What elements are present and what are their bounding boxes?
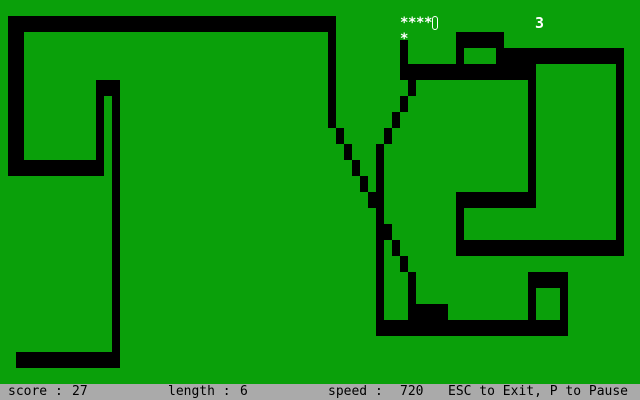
wall-segment: [560, 272, 568, 336]
wall-segment: [616, 48, 624, 256]
snake-segment: *: [424, 15, 433, 31]
snake-segment: *: [416, 15, 425, 31]
snake-head: [432, 16, 438, 30]
wall-segment: [16, 352, 120, 368]
wall-segment: [376, 224, 392, 240]
playfield[interactable]: * * * * * 3: [0, 0, 640, 384]
wall-segment: [8, 16, 24, 176]
game-screen[interactable]: * * * * * 3 score : 27 length : 6 speed …: [0, 0, 640, 400]
wall-segment: [376, 144, 384, 208]
wall-segment: [528, 48, 536, 208]
score-value: 27: [72, 384, 88, 399]
snake-segment: *: [408, 15, 417, 31]
food-item: 3: [535, 14, 545, 32]
wall-segment: [360, 176, 368, 192]
wall-segment: [336, 128, 344, 144]
wall-segment: [376, 208, 384, 224]
status-bar: score : 27 length : 6 speed : 720 ESC to…: [0, 384, 640, 400]
help-text: ESC to Exit, P to Pause: [448, 384, 629, 399]
wall-segment: [8, 160, 104, 176]
length-value: 6: [240, 384, 248, 399]
wall-segment: [496, 48, 624, 64]
wall-segment: [408, 80, 416, 96]
wall-segment: [344, 144, 352, 160]
wall-segment: [456, 32, 464, 80]
wall-segment: [328, 16, 336, 128]
wall-segment: [456, 192, 536, 208]
wall-segment: [352, 160, 360, 176]
speed-label: speed :: [328, 384, 383, 399]
wall-segment: [408, 304, 448, 320]
wall-segment: [528, 272, 536, 336]
snake-tail-segment: *: [400, 31, 409, 47]
wall-segment: [376, 320, 568, 336]
score-label: score :: [8, 384, 63, 399]
wall-segment: [8, 16, 336, 32]
wall-segment: [384, 128, 392, 144]
wall-segment: [392, 240, 400, 256]
maze-walls: [8, 16, 624, 368]
wall-segment: [456, 240, 624, 256]
speed-value: 720: [400, 384, 424, 399]
wall-segment: [368, 192, 376, 208]
snake-segment: *: [400, 15, 409, 31]
wall-segment: [392, 112, 400, 128]
wall-segment: [112, 80, 120, 368]
length-label: length :: [168, 384, 231, 399]
wall-segment: [400, 256, 408, 272]
wall-segment: [400, 96, 408, 112]
wall-segment: [400, 64, 536, 80]
